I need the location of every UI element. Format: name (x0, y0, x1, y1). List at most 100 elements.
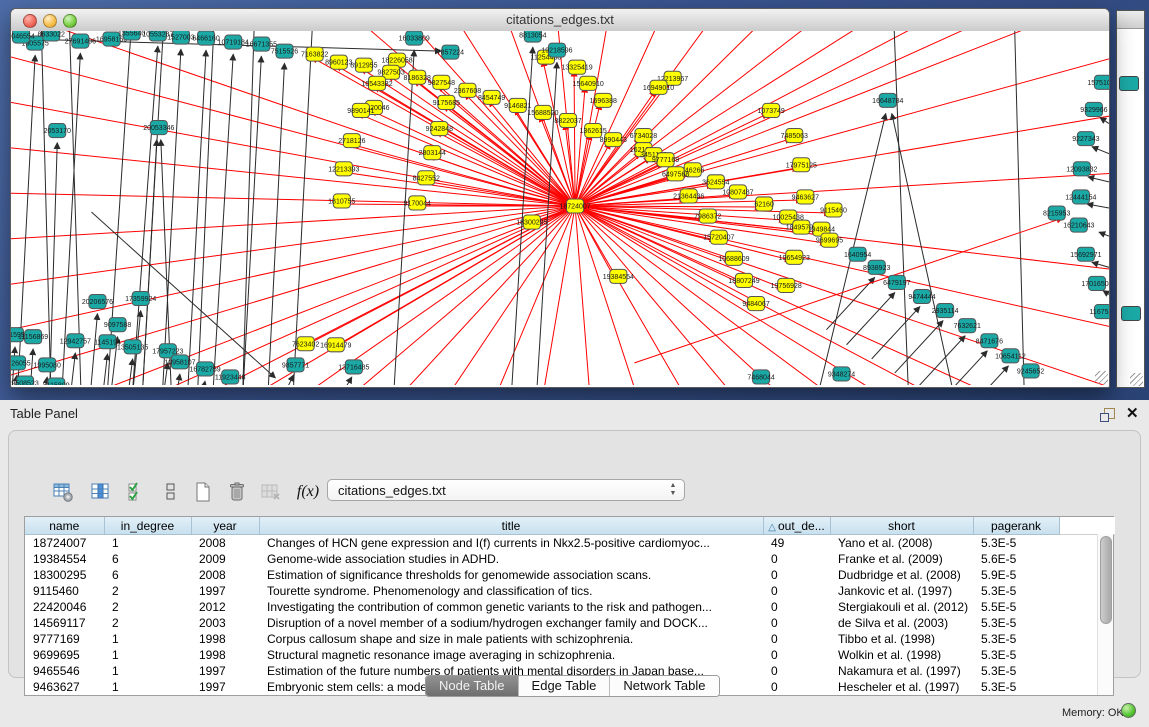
citation-edge-red[interactable] (574, 70, 575, 206)
citation-edge-black[interactable] (1088, 177, 1109, 182)
column-header-in_degree[interactable]: in_degree (104, 517, 191, 535)
column-header-title[interactable]: title (259, 517, 763, 535)
citation-edge-red[interactable] (575, 31, 795, 206)
table-row[interactable]: 969969511998Structural magnetic resonanc… (25, 647, 1115, 663)
citation-edge-black[interactable] (69, 31, 81, 385)
table-cell: Investigating the contribution of common… (259, 599, 763, 615)
column-header-year[interactable]: year (191, 517, 259, 535)
citation-edge-black[interactable] (1103, 290, 1109, 294)
table-row[interactable]: 911546021997Tourette syndrome. Phenomeno… (25, 583, 1115, 599)
citation-edge-black[interactable] (101, 354, 107, 385)
table-cell: 2008 (191, 567, 259, 583)
tab-edge-table[interactable]: Edge Table (519, 676, 611, 696)
citation-edge-red[interactable] (293, 206, 576, 385)
scrollbar-thumb[interactable] (1100, 536, 1112, 624)
row-height-button[interactable] (157, 478, 185, 506)
citation-edge-black[interactable] (127, 359, 133, 385)
citation-edge-red[interactable] (11, 41, 575, 206)
citation-edge-red[interactable] (534, 206, 575, 385)
create-column-button[interactable] (189, 478, 217, 506)
citation-edge-black[interactable] (1014, 31, 1024, 385)
table-cell: 0 (763, 663, 830, 679)
delete-column-button[interactable] (223, 478, 251, 506)
graph-node-label: 17016504 (1081, 281, 1109, 288)
tab-network-table[interactable]: Network Table (610, 676, 718, 696)
column-visibility-button[interactable] (87, 478, 115, 506)
citation-edge-black[interactable] (132, 46, 158, 385)
citation-edge-red[interactable] (575, 31, 976, 206)
column-header-name[interactable]: name (25, 517, 104, 535)
citation-edge-red[interactable] (11, 31, 575, 206)
citation-edge-red[interactable] (341, 172, 575, 206)
citation-edge-red[interactable] (575, 31, 916, 206)
table-cell: 5.9E-5 (973, 567, 1059, 583)
citation-edge-black[interactable] (49, 143, 57, 385)
close-panel-icon[interactable]: ✕ (1126, 404, 1139, 422)
resize-grip[interactable] (1130, 373, 1143, 386)
citation-edge-black[interactable] (1087, 204, 1109, 208)
citation-edge-black[interactable] (212, 54, 233, 385)
citation-edge-black[interactable] (142, 31, 164, 385)
column-header-pagerank[interactable]: pagerank (973, 517, 1059, 535)
node-table[interactable]: namein_degreeyeartitle△out_de...shortpag… (24, 516, 1114, 696)
table-cell: 1997 (191, 583, 259, 599)
float-panel-icon[interactable] (1104, 408, 1115, 419)
table-row[interactable]: 1830029562008Estimation of significance … (25, 567, 1115, 583)
citation-edge-red[interactable] (575, 206, 594, 385)
graph-node-label: 27691406 (65, 39, 96, 46)
table-row[interactable]: 1872400712008Changes of HCN gene express… (25, 535, 1115, 552)
citation-edge-red[interactable] (575, 31, 1037, 206)
table-cell: 0 (763, 679, 830, 695)
citation-edge-black[interactable] (895, 321, 943, 373)
citation-edge-black[interactable] (187, 50, 206, 385)
table-row[interactable]: 2242004622012Investigating the contribut… (25, 599, 1115, 615)
citation-edge-black[interactable] (1100, 117, 1109, 123)
table-row[interactable]: 977716911998Corpus callosum shape and si… (25, 631, 1115, 647)
network-window[interactable]: citations_edges.txt 18724007896012389129… (10, 8, 1110, 388)
table-row[interactable]: 1938455462009Genome-wide association stu… (25, 551, 1115, 567)
citation-edge-black[interactable] (917, 336, 965, 385)
graph-node-label: 9348274 (828, 371, 855, 378)
table-panel-body: f(x) citations_edges.txt ▲▼ namein_degre… (8, 430, 1141, 678)
network-canvas[interactable]: 1872400789601238912955182260589827503165… (11, 31, 1109, 385)
column-header-out_de[interactable]: △out_de... (763, 517, 830, 535)
delete-table-button[interactable] (257, 478, 285, 506)
citation-edge-black[interactable] (197, 31, 214, 385)
graph-node-label: 15720407 (703, 235, 734, 242)
table-scrollbar[interactable] (1097, 534, 1113, 695)
table-cell: Changes of HCN gene expression and I(f) … (259, 535, 763, 552)
table-cell: Hescheler et al. (1997) (830, 679, 973, 695)
graph-node-label: 8115809 (43, 383, 70, 385)
column-header-short[interactable]: short (830, 517, 973, 535)
table-mode-button[interactable] (49, 478, 77, 506)
network-window-titlebar[interactable]: citations_edges.txt (11, 9, 1109, 32)
graph-node-label: 11923448 (215, 374, 246, 381)
citation-edge-black[interactable] (1092, 147, 1109, 154)
graph-node-label: 2367608 (454, 88, 481, 95)
graph-node-label: 2053170 (44, 128, 71, 135)
graph-node-label: 9175685 (433, 100, 460, 107)
table-cell: 1997 (191, 663, 259, 679)
citation-edge-black[interactable] (960, 366, 1008, 385)
table-row[interactable]: 1456911722003Disruption of a novel membe… (25, 615, 1115, 631)
table-selector-dropdown[interactable]: citations_edges.txt ▲▼ (327, 479, 685, 501)
citation-edge-black[interactable] (892, 113, 956, 385)
tab-node-table[interactable]: Node Table (426, 676, 519, 696)
function-builder-button[interactable]: f(x) (293, 478, 323, 506)
citation-edge-black[interactable] (1099, 232, 1109, 236)
citation-edge-black[interactable] (41, 31, 51, 385)
graph-node-label: 1527003 (167, 35, 194, 42)
citation-edge-black[interactable] (335, 377, 352, 385)
graph-node-label: 11156869 (18, 334, 48, 341)
background-network-window[interactable] (1116, 10, 1145, 388)
resize-grip[interactable] (1095, 371, 1108, 384)
graph-node-label: 8912955 (350, 63, 377, 70)
citation-edge-black[interactable] (1092, 262, 1109, 267)
citation-edge-black[interactable] (200, 381, 205, 385)
citation-edge-red[interactable] (353, 206, 575, 385)
citation-edge-red[interactable] (358, 113, 575, 206)
graph-node-label: 12213393 (328, 166, 359, 173)
select-columns-button[interactable] (123, 478, 151, 506)
citation-edge-red[interactable] (11, 206, 575, 343)
citation-network-graph[interactable]: 1872400789601238912955182260589827503165… (11, 31, 1109, 385)
